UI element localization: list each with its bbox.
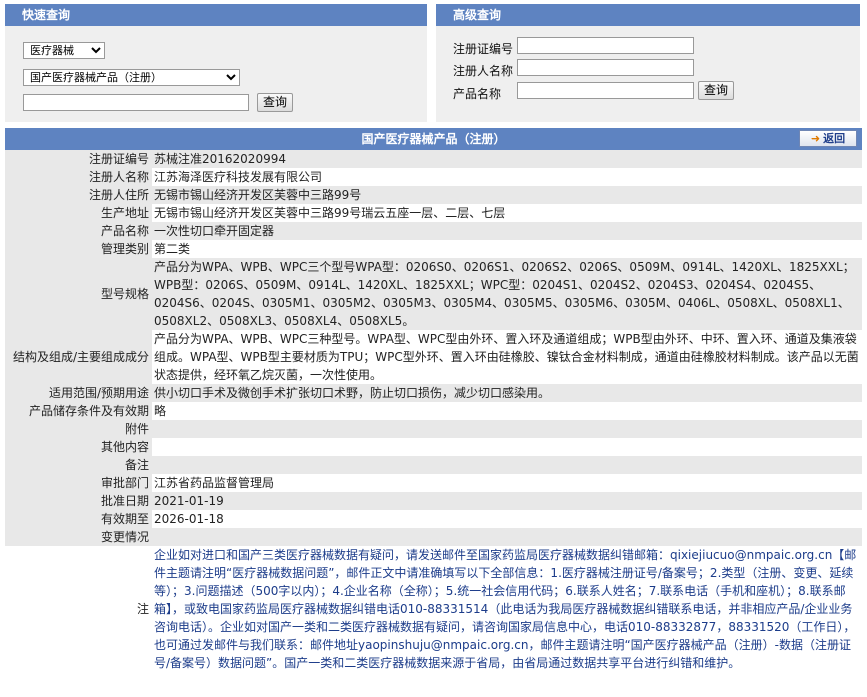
field-label: 产品储存条件及有效期 xyxy=(5,402,152,420)
table-row: 产品名称 一次性切口牵开固定器 xyxy=(5,222,862,240)
notice-text: 企业如对进口和国产三类医疗器械数据有疑问，请发送邮件至国家药监局医疗器械数据纠错… xyxy=(152,546,862,672)
field-label: 适用范围/预期用途 xyxy=(5,384,152,402)
field-label: 备注 xyxy=(5,456,152,474)
quick-search-button[interactable]: 查询 xyxy=(257,93,293,112)
field-value: 第二类 xyxy=(152,240,862,258)
field-value xyxy=(152,456,862,474)
field-value: 江苏省药品监督管理局 xyxy=(152,474,862,492)
field-label: 注册人住所 xyxy=(5,186,152,204)
registrant-label: 注册人名称 xyxy=(453,64,514,78)
table-row: 适用范围/预期用途 供小切口手术及微创手术扩张切口术野，防止切口损伤，减少切口感染… xyxy=(5,384,862,402)
field-label: 其他内容 xyxy=(5,438,152,456)
field-label: 生产地址 xyxy=(5,204,152,222)
product-input[interactable] xyxy=(517,82,694,99)
table-row: 生产地址 无锡市锡山经济开发区芙蓉中三路99号瑞云五座一层、二层、七层 xyxy=(5,204,862,222)
field-label: 管理类别 xyxy=(5,240,152,258)
field-value: 略 xyxy=(152,402,862,420)
advanced-search-button[interactable]: 查询 xyxy=(698,81,734,100)
field-value: 2021-01-19 xyxy=(152,492,862,510)
table-row: 审批部门 江苏省药品监督管理局 xyxy=(5,474,862,492)
field-label: 有效期至 xyxy=(5,510,152,528)
quick-search-panel: 快速查询 医疗器械 国产医疗器械产品（注册） 查询 xyxy=(5,4,427,122)
table-row: 注册人住所 无锡市锡山经济开发区芙蓉中三路99号 xyxy=(5,186,862,204)
arrow-right-icon: ➜ xyxy=(810,132,821,145)
field-value: 江苏海泽医疗科技发展有限公司 xyxy=(152,168,862,186)
table-row: 批准日期 2021-01-19 xyxy=(5,492,862,510)
back-label: 返回 xyxy=(823,132,846,145)
field-value: 无锡市锡山经济开发区芙蓉中三路99号瑞云五座一层、二层、七层 xyxy=(152,204,862,222)
type-select[interactable]: 国产医疗器械产品（注册） xyxy=(23,69,240,86)
detail-table: 注册证编号 苏械注准20162020994 注册人名称 江苏海泽医疗科技发展有限公司… xyxy=(5,150,862,672)
field-label: 产品名称 xyxy=(5,222,152,240)
table-row: 管理类别 第二类 xyxy=(5,240,862,258)
field-label: 附件 xyxy=(5,420,152,438)
table-row: 附件 xyxy=(5,420,862,438)
field-value: 无锡市锡山经济开发区芙蓉中三路99号 xyxy=(152,186,862,204)
field-label: 型号规格 xyxy=(5,258,152,330)
product-label: 产品名称 xyxy=(453,87,502,101)
table-row: 其他内容 xyxy=(5,438,862,456)
quick-search-title: 快速查询 xyxy=(5,4,427,26)
reg-no-input[interactable] xyxy=(517,37,694,54)
field-value: 供小切口手术及微创手术扩张切口术野，防止切口损伤，减少切口感染用。 xyxy=(152,384,862,402)
category-select[interactable]: 医疗器械 xyxy=(23,42,105,59)
back-button[interactable]: ➜ 返回 xyxy=(799,130,857,147)
field-label: 变更情况 xyxy=(5,528,152,546)
table-row: 型号规格 产品分为WPA、WPB、WPC三个型号WPA型：0206S0、0206S… xyxy=(5,258,862,330)
field-value: 产品分为WPA、WPB、WPC三个型号WPA型：0206S0、0206S1、02… xyxy=(152,258,862,330)
field-value: 2026-01-18 xyxy=(152,510,862,528)
note-label: 注 xyxy=(5,546,152,672)
advanced-search-title: 高级查询 xyxy=(436,4,860,26)
field-value xyxy=(152,528,862,546)
table-row: 注册人名称 江苏海泽医疗科技发展有限公司 xyxy=(5,168,862,186)
notice-row: 注 企业如对进口和国产三类医疗器械数据有疑问，请发送邮件至国家药监局医疗器械数据… xyxy=(5,546,862,672)
reg-no-label: 注册证编号 xyxy=(453,42,514,56)
table-row: 备注 xyxy=(5,456,862,474)
advanced-search-panel: 高级查询 注册证编号 注册人名称 产品名称 查询 xyxy=(436,4,860,122)
detail-title: 国产医疗器械产品（注册） xyxy=(361,132,506,146)
field-label: 批准日期 xyxy=(5,492,152,510)
detail-title-bar: 国产医疗器械产品（注册） ➜ 返回 xyxy=(5,128,862,150)
field-label: 结构及组成/主要组成成分 xyxy=(5,330,152,384)
field-value: 产品分为WPA、WPB、WPC三种型号。WPA型、WPC型由外环、置入环及通道组… xyxy=(152,330,862,384)
field-value xyxy=(152,438,862,456)
table-row: 变更情况 xyxy=(5,528,862,546)
field-value xyxy=(152,420,862,438)
table-row: 注册证编号 苏械注准20162020994 xyxy=(5,150,862,168)
keyword-input[interactable] xyxy=(23,94,249,111)
field-value: 苏械注准20162020994 xyxy=(152,150,862,168)
table-row: 有效期至 2026-01-18 xyxy=(5,510,862,528)
table-row: 产品储存条件及有效期略 xyxy=(5,402,862,420)
table-row: 结构及组成/主要组成成分 产品分为WPA、WPB、WPC三种型号。WPA型、WPC… xyxy=(5,330,862,384)
registrant-input[interactable] xyxy=(517,59,694,76)
field-label: 审批部门 xyxy=(5,474,152,492)
field-label: 注册人名称 xyxy=(5,168,152,186)
field-label: 注册证编号 xyxy=(5,150,152,168)
field-value: 一次性切口牵开固定器 xyxy=(152,222,862,240)
